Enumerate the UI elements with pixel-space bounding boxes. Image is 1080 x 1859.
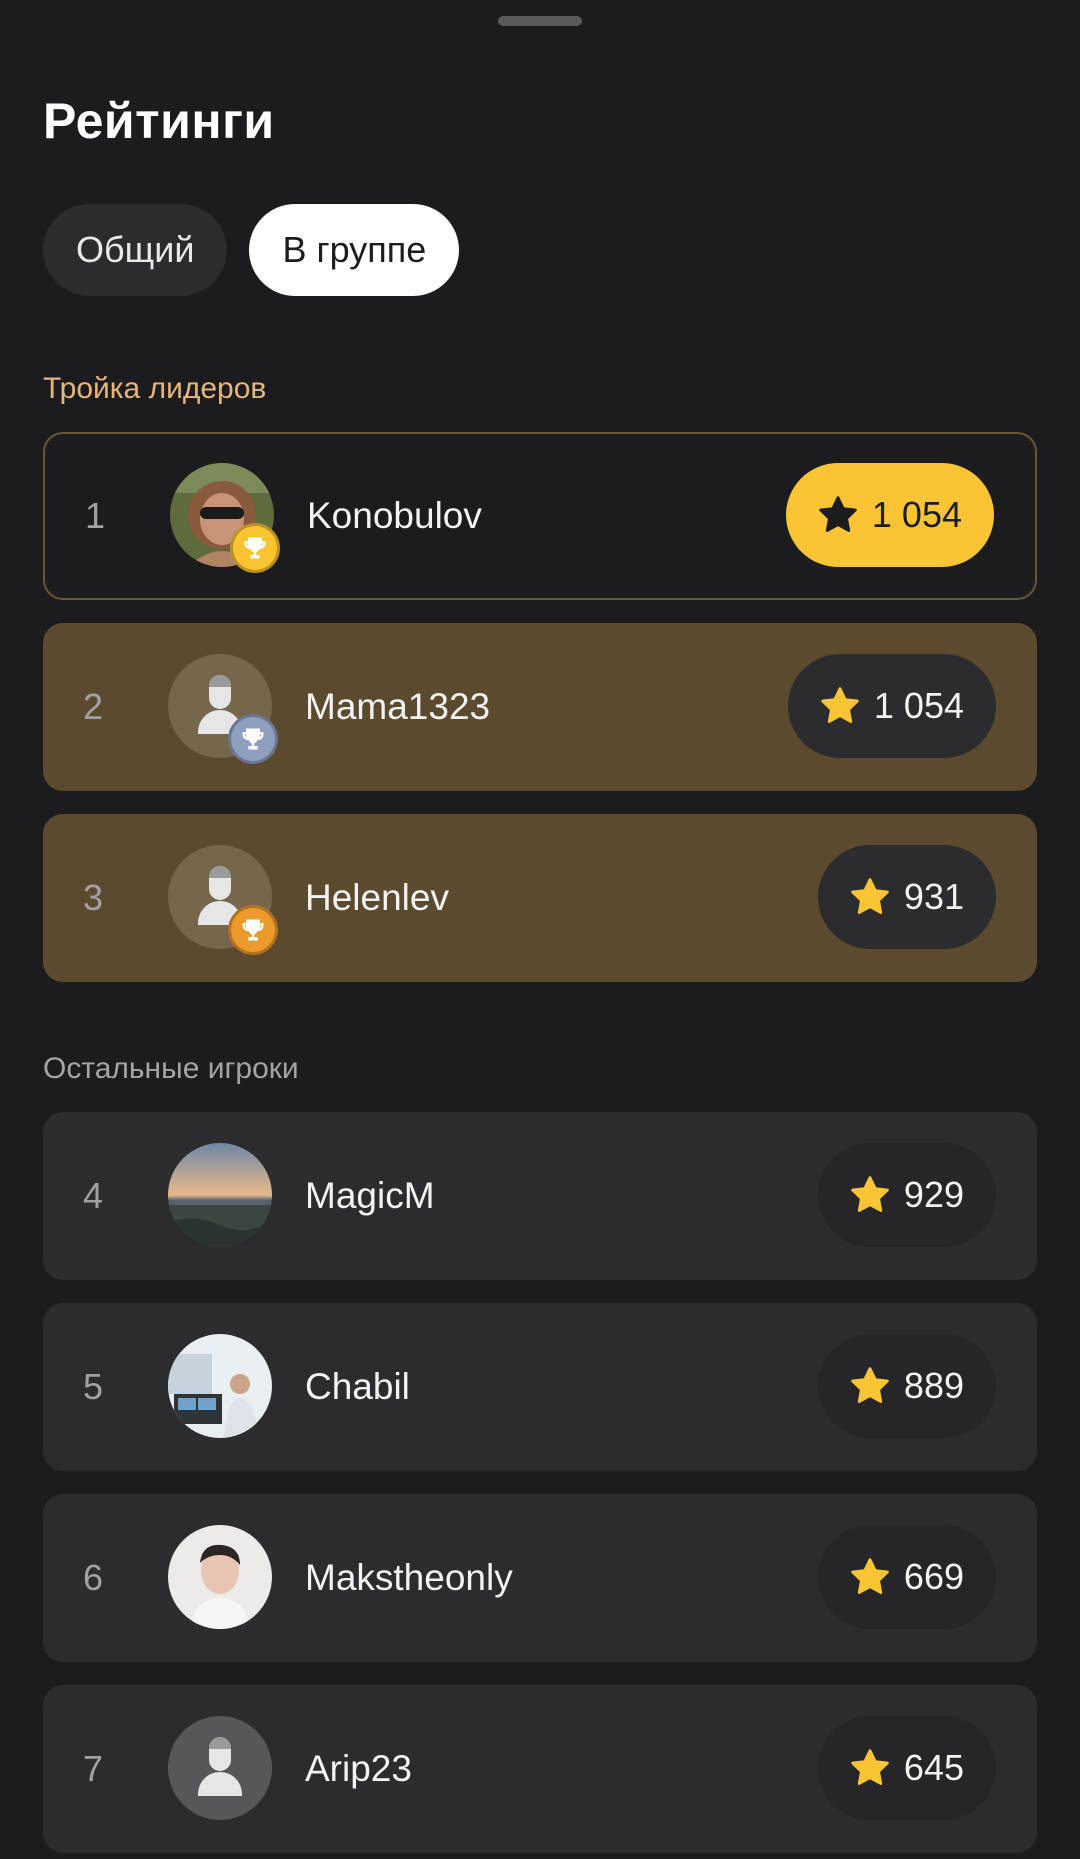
player-name: MagicM [305,1175,435,1216]
score-pill: 669 [817,1525,996,1629]
rank-number: 6 [83,1557,104,1598]
score-value: 931 [903,876,964,917]
tab-general[interactable]: Общий [43,204,228,296]
score-value: 669 [903,1556,964,1597]
drag-handle[interactable] [498,16,582,26]
score-value: 889 [903,1365,964,1406]
default-avatar-icon [168,1716,272,1820]
user-photo [168,1334,272,1438]
rank-number: 5 [83,1366,104,1407]
score-pill: 889 [817,1334,996,1438]
player-name: Mama1323 [305,686,491,727]
score-pill: 1 054 [787,654,996,758]
leaderboard-row-6[interactable]: 6 Makstheonly 669 [43,1494,1037,1662]
score-pill: 645 [817,1716,996,1820]
avatar [168,1143,272,1247]
section-title-others: Остальные игроки [43,1052,299,1085]
leaderboard-row-5[interactable]: 5 Chabil 889 [43,1303,1037,1471]
avatar [168,1525,272,1629]
rank-number: 2 [83,686,104,727]
bronze-trophy-icon [228,905,278,955]
star-icon [851,1176,889,1212]
avatar [168,1334,272,1438]
score-value: 1 054 [871,494,962,535]
leaderboard-row-2[interactable]: 2 Mama1323 1 054 [43,623,1037,791]
user-photo [168,1525,272,1629]
avatar [170,463,280,573]
page-title: Рейтинги [43,93,275,149]
avatar [168,654,278,764]
player-name: Arip23 [305,1748,412,1789]
player-name: Konobulov [307,495,482,536]
player-name: Chabil [305,1366,410,1407]
player-name: Makstheonly [305,1557,513,1598]
star-icon [851,878,889,914]
leaderboard-row-3[interactable]: 3 Helenlev 931 [43,814,1037,982]
silver-trophy-icon [228,714,278,764]
leaderboard-row-4[interactable]: 4 MagicM 929 [43,1112,1037,1280]
player-name: Helenlev [305,877,449,918]
tab-bar: Общий В группе [43,204,460,296]
star-icon [851,1558,889,1594]
score-pill: 929 [817,1143,996,1247]
score-pill: 931 [817,845,996,949]
tab-in-group[interactable]: В группе [249,204,460,296]
rank-number: 4 [83,1175,104,1216]
rank-number: 3 [83,877,104,918]
score-value: 929 [903,1174,964,1215]
leaderboard-row-1[interactable]: 1 Konobulov 1 054 [43,432,1037,600]
avatar [168,845,278,955]
score-pill: 1 054 [785,463,994,567]
avatar [168,1716,272,1820]
star-icon [821,687,859,723]
star-icon [851,1367,889,1403]
star-icon [819,496,857,532]
score-value: 1 054 [873,685,964,726]
star-icon [851,1749,889,1785]
rank-number: 1 [85,495,106,536]
section-title-leaders: Тройка лидеров [43,372,267,405]
gold-trophy-icon [230,523,280,573]
leaderboard-row-7[interactable]: 7 Arip23 645 [43,1685,1037,1853]
user-photo [168,1143,272,1247]
score-value: 645 [903,1747,964,1788]
rank-number: 7 [83,1748,104,1789]
